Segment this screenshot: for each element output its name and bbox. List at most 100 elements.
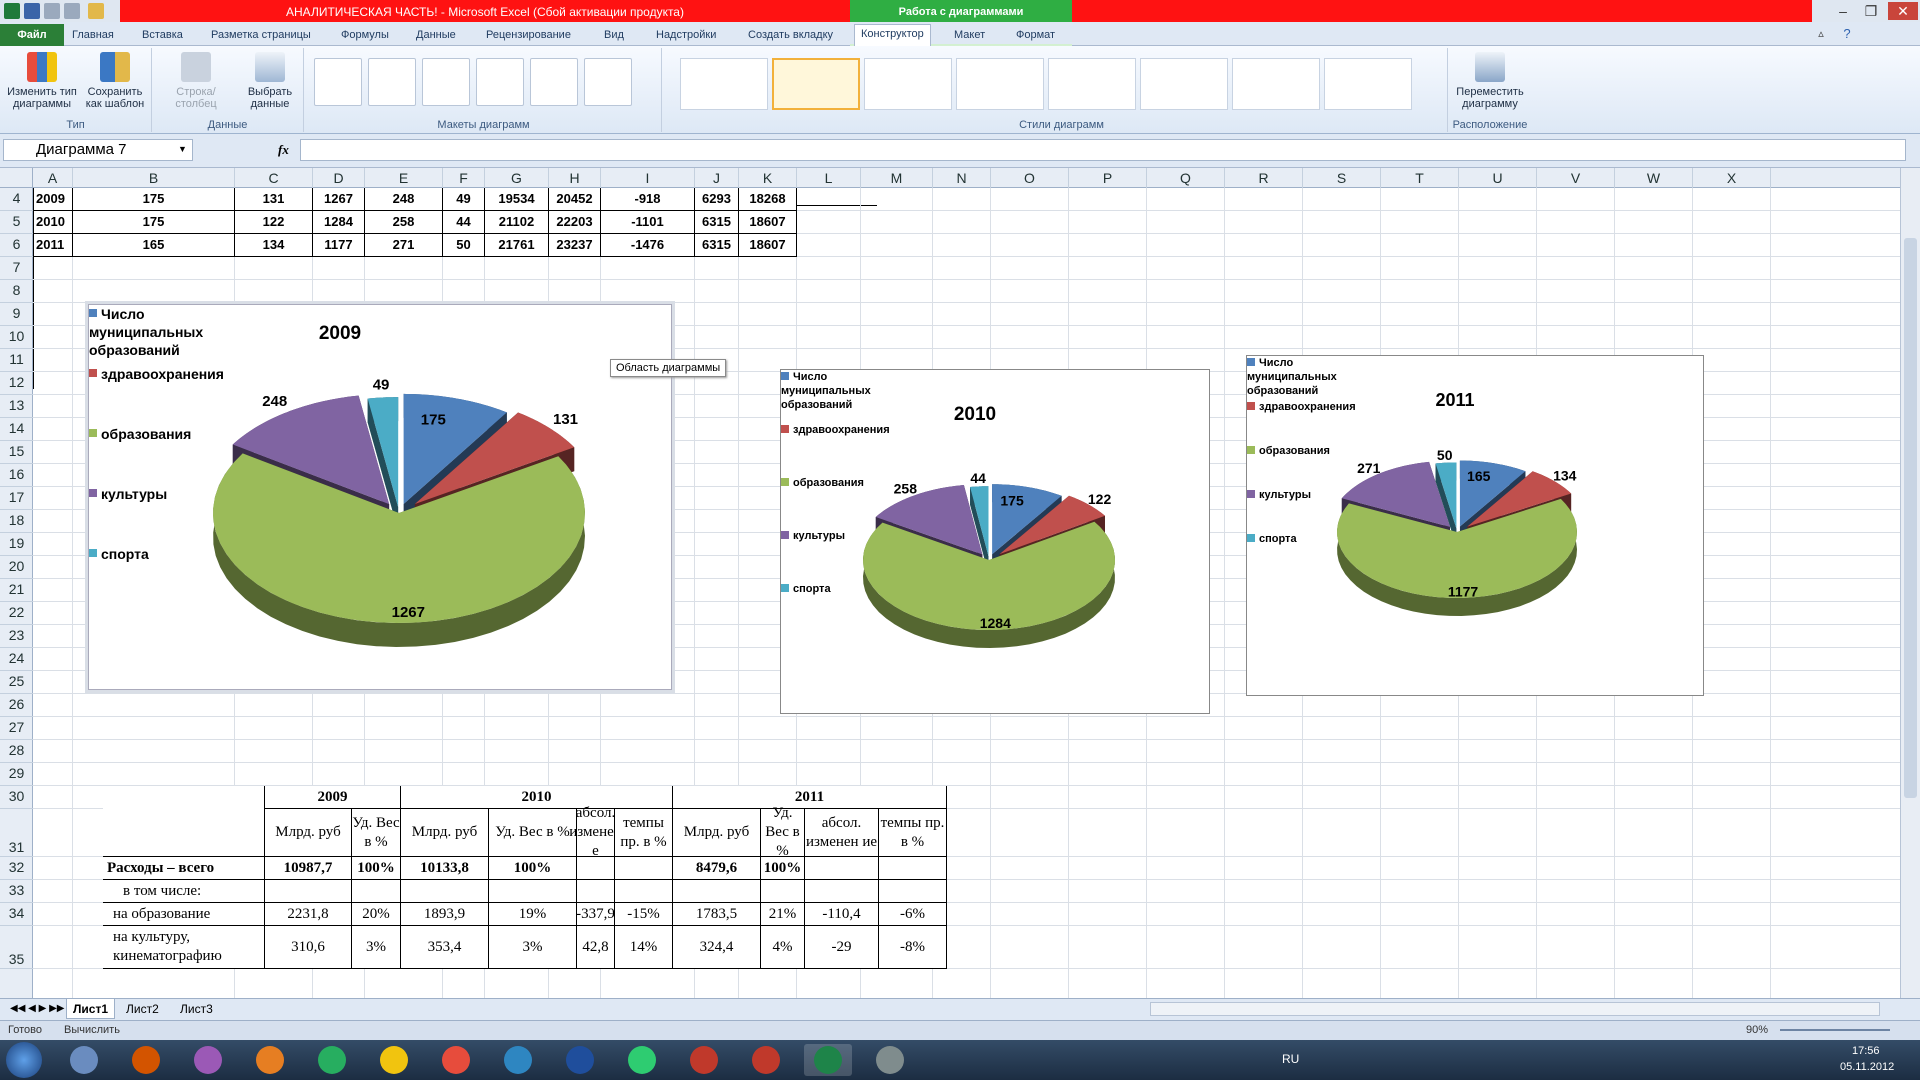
tab-insert[interactable]: Вставка — [136, 26, 189, 46]
column-header[interactable]: U — [1459, 168, 1537, 188]
table-cell[interactable]: 10133,8 — [401, 857, 489, 880]
table-cell[interactable]: 22203 — [549, 211, 601, 234]
table-cell[interactable]: 1177 — [313, 234, 365, 257]
column-header[interactable]: T — [1381, 168, 1459, 188]
table-cell[interactable]: 18268 — [739, 188, 797, 211]
close-icon[interactable]: ✕ — [1888, 2, 1918, 20]
zoom-slider[interactable] — [1780, 1029, 1890, 1031]
row-header[interactable]: 8 — [0, 280, 33, 303]
row-header[interactable]: 31 — [0, 809, 33, 857]
row-header[interactable]: 18 — [0, 510, 33, 533]
sub-header[interactable]: Млрд. руб — [265, 809, 352, 857]
tab-file[interactable]: Файл — [0, 24, 64, 46]
pie-chart-2009[interactable]: 175 131 1267 248 49 2009 Число муниципальных о… — [88, 304, 672, 690]
name-box-dropdown-icon[interactable]: ▼ — [178, 144, 187, 154]
column-header[interactable]: S — [1303, 168, 1381, 188]
taskbar-mail-icon[interactable] — [432, 1044, 480, 1076]
table-cell[interactable]: 2011 — [33, 234, 73, 257]
table-cell[interactable]: 3% — [489, 926, 577, 969]
style-8[interactable] — [1324, 58, 1412, 110]
table-cell[interactable]: 2010 — [33, 211, 73, 234]
move-chart-button[interactable]: Переместить диаграмму — [1452, 52, 1528, 110]
fx-icon[interactable]: fx — [278, 142, 289, 158]
table-cell[interactable]: 100% — [352, 857, 401, 880]
select-all-corner[interactable] — [0, 168, 33, 188]
row-header[interactable]: 6 — [0, 234, 33, 257]
taskbar-app-4-icon[interactable] — [618, 1044, 666, 1076]
row-header[interactable]: 34 — [0, 903, 33, 926]
column-header[interactable]: C — [235, 168, 313, 188]
table-cell[interactable] — [577, 857, 615, 880]
table-cell[interactable]: 122 — [235, 211, 313, 234]
table-cell[interactable]: 23237 — [549, 234, 601, 257]
help-icon[interactable]: ? — [1834, 25, 1860, 43]
row-header[interactable]: 24 — [0, 648, 33, 671]
sub-header[interactable]: Уд. Вес в % — [761, 805, 805, 859]
layout-5[interactable] — [530, 58, 578, 106]
table-cell[interactable]: 4% — [761, 926, 805, 969]
column-header[interactable]: R — [1225, 168, 1303, 188]
column-header[interactable]: D — [313, 168, 365, 188]
table-cell[interactable]: 18607 — [739, 234, 797, 257]
table-cell[interactable]: 2009 — [33, 188, 73, 211]
taskbar-skype-icon[interactable] — [494, 1044, 542, 1076]
table-cell[interactable]: 100% — [761, 857, 805, 880]
table-cell[interactable]: 6293 — [695, 188, 739, 211]
table-cell[interactable] — [805, 880, 879, 903]
column-header[interactable]: M — [861, 168, 933, 188]
table-cell[interactable]: 1783,5 — [673, 903, 761, 926]
style-7[interactable] — [1232, 58, 1320, 110]
table-cell[interactable] — [615, 857, 673, 880]
table-cell[interactable]: 165 — [73, 234, 235, 257]
table-cell[interactable] — [879, 880, 947, 903]
table-cell[interactable]: 271 — [365, 234, 443, 257]
taskbar-opera-icon[interactable] — [680, 1044, 728, 1076]
table-cell[interactable] — [577, 880, 615, 903]
table-cell[interactable]: 2231,8 — [265, 903, 352, 926]
row-header[interactable]: 21 — [0, 579, 33, 602]
table-cell[interactable]: 175 — [73, 188, 235, 211]
row-header[interactable]: 15 — [0, 441, 33, 464]
ribbon-minimize-icon[interactable]: ▵ — [1808, 25, 1834, 43]
table-cell[interactable]: 19% — [489, 903, 577, 926]
row-header[interactable]: 25 — [0, 671, 33, 694]
table-cell[interactable] — [879, 857, 947, 880]
taskbar-word-icon[interactable] — [556, 1044, 604, 1076]
table-cell[interactable] — [805, 857, 879, 880]
row-header[interactable]: 14 — [0, 418, 33, 441]
excel-icon[interactable] — [4, 3, 20, 19]
column-header[interactable]: W — [1615, 168, 1693, 188]
language-indicator[interactable]: RU — [1282, 1052, 1299, 1066]
tab-review[interactable]: Рецензирование — [480, 26, 577, 46]
table-cell[interactable]: 44 — [443, 211, 485, 234]
year-header[interactable]: 2010 — [401, 786, 673, 809]
table-cell[interactable]: 19534 — [485, 188, 549, 211]
row-header[interactable]: 11 — [0, 349, 33, 372]
table-cell[interactable]: 248 — [365, 188, 443, 211]
table-cell[interactable] — [265, 880, 352, 903]
row-header[interactable]: 28 — [0, 740, 33, 763]
layout-1[interactable] — [314, 58, 362, 106]
tab-page-layout[interactable]: Разметка страницы — [205, 26, 317, 46]
layout-4[interactable] — [476, 58, 524, 106]
style-6[interactable] — [1140, 58, 1228, 110]
change-chart-type-button[interactable]: Изменить тип диаграммы — [4, 52, 80, 110]
table-corner[interactable] — [103, 786, 265, 857]
tab-view[interactable]: Вид — [598, 26, 630, 46]
taskbar-app-3-icon[interactable] — [370, 1044, 418, 1076]
tab-addins[interactable]: Надстройки — [650, 26, 722, 46]
table-cell[interactable] — [761, 880, 805, 903]
row-header[interactable]: 20 — [0, 556, 33, 579]
column-header[interactable]: F — [443, 168, 485, 188]
sub-header[interactable]: абсол. изменен ие — [805, 809, 879, 857]
table-cell[interactable]: 131 — [235, 188, 313, 211]
tab-formulas[interactable]: Формулы — [335, 26, 395, 46]
column-header[interactable]: B — [73, 168, 235, 188]
clock-date[interactable]: 05.11.2012 — [1840, 1061, 1894, 1073]
table-cell[interactable]: 1284 — [313, 211, 365, 234]
table-cell[interactable] — [673, 880, 761, 903]
column-header[interactable]: Q — [1147, 168, 1225, 188]
column-header[interactable]: L — [797, 168, 861, 188]
layout-3[interactable] — [422, 58, 470, 106]
row-header[interactable]: 22 — [0, 602, 33, 625]
